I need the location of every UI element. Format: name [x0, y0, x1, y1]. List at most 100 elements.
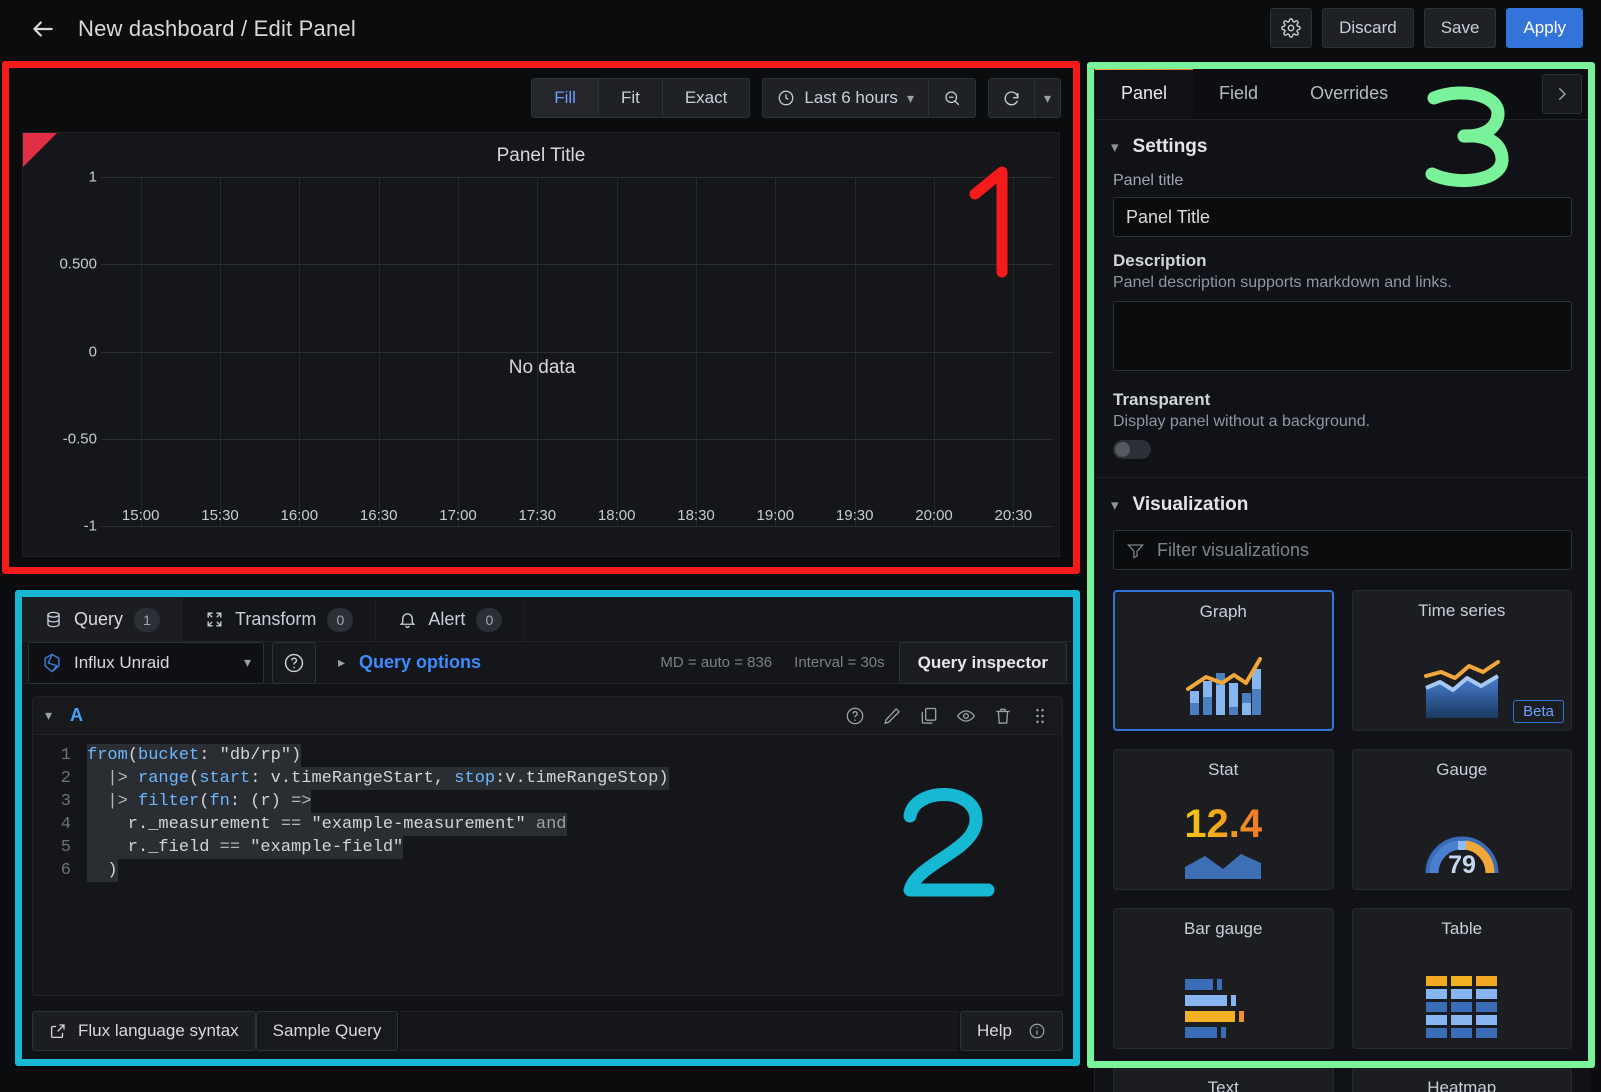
chevron-right-icon: ▸	[338, 654, 346, 670]
duplicate-icon[interactable]	[919, 706, 939, 726]
chart-plot-area: 1 0.500 0 -0.50 -1 15:00 15:30 16:00 16:30 17:00…	[23, 169, 1059, 556]
query-inspector-button[interactable]: Query inspector	[898, 641, 1067, 684]
bell-icon	[399, 613, 416, 629]
refresh-button[interactable]	[989, 79, 1035, 117]
drag-handle-icon[interactable]	[1030, 706, 1050, 726]
clock-icon	[778, 90, 794, 106]
code-line-number: 6	[60, 861, 71, 880]
grid-line-vertical	[378, 177, 380, 526]
pencil-icon[interactable]	[882, 706, 902, 726]
eye-icon[interactable]	[956, 706, 976, 726]
visualization-card-text[interactable]: Text	[1113, 1067, 1334, 1092]
no-data-message: No data	[508, 356, 576, 378]
datasource-picker[interactable]: Influx Unraid ▾	[28, 641, 264, 684]
y-axis-tick: 1	[88, 168, 97, 186]
flux-query-editor[interactable]: 1 from(bucket: "db/rp") 2 |> range(start: …	[33, 735, 1062, 882]
help-circle-icon[interactable]	[845, 706, 865, 726]
tab-query[interactable]: Query 1	[22, 598, 184, 641]
tab-transform-label: Transform	[235, 609, 317, 629]
code-line-text: )	[87, 859, 118, 882]
help-circle-icon	[284, 653, 304, 672]
x-axis-tick: 16:30	[359, 507, 398, 524]
dashboard-settings-button[interactable]	[1270, 8, 1313, 48]
filter-visualizations-placeholder: Filter visualizations	[1157, 539, 1310, 560]
code-line: 1 from(bucket: "db/rp")	[33, 744, 1062, 767]
flux-syntax-link[interactable]: Flux language syntax	[32, 1011, 256, 1051]
x-axis-tick: 17:00	[439, 507, 477, 524]
breadcrumb[interactable]: New dashboard / Edit Panel	[78, 16, 356, 42]
panel-title-input[interactable]	[1113, 197, 1572, 237]
query-help-button[interactable]: Help	[960, 1011, 1063, 1051]
query-footer: Flux language syntax Sample Query Help	[32, 1011, 1063, 1051]
zoom-out-button[interactable]	[929, 79, 975, 117]
datasource-help-button[interactable]	[272, 641, 316, 684]
panel-title-label: Panel title	[1113, 172, 1184, 189]
filter-visualizations-box[interactable]: Filter visualizations	[1113, 530, 1572, 570]
grid-line-vertical	[934, 177, 935, 526]
code-line-number: 1	[60, 746, 71, 765]
visualization-card-time-series[interactable]: Time series Beta	[1351, 590, 1572, 731]
external-link-icon	[50, 1024, 65, 1039]
fit-mode-fill[interactable]: Fill	[532, 79, 599, 117]
visualization-card-table[interactable]: Table	[1351, 908, 1572, 1049]
code-line: 5 r._field == "example-field"	[33, 836, 1062, 859]
apply-button[interactable]: Apply	[1506, 8, 1583, 48]
tab-field[interactable]: Field	[1193, 68, 1284, 119]
x-axis-tick: 18:00	[597, 507, 636, 524]
query-options-label: Query options	[359, 652, 482, 672]
x-axis-tick: 16:00	[280, 507, 319, 524]
grid-line-vertical	[775, 177, 777, 526]
visualization-card-stat[interactable]: Stat 12.4	[1113, 749, 1334, 890]
transparent-field: Transparent Display panel without a back…	[1095, 386, 1590, 469]
panel-error-badge[interactable]: !	[23, 133, 57, 167]
zoom-out-icon	[945, 91, 960, 106]
description-label: Description	[1113, 251, 1207, 270]
transparent-toggle[interactable]	[1113, 440, 1151, 459]
save-button[interactable]: Save	[1423, 8, 1497, 48]
refresh-icon	[1004, 90, 1019, 105]
x-axis-tick: 20:30	[994, 507, 1033, 524]
query-options-toggle[interactable]: ▸ Query options	[338, 652, 481, 673]
description-textarea[interactable]	[1113, 301, 1572, 371]
x-axis-tick: 18:30	[677, 507, 715, 524]
code-line-number: 3	[60, 792, 71, 811]
panel-title-field: Panel title	[1095, 168, 1590, 247]
sample-query-button[interactable]: Sample Query	[255, 1011, 399, 1051]
query-ref-id[interactable]: A	[70, 705, 83, 726]
visualization-card-gauge[interactable]: Gauge 79	[1351, 749, 1572, 890]
time-range-picker[interactable]: Last 6 hours ▾	[763, 79, 929, 117]
visualization-section-header[interactable]: ▾ Visualization	[1095, 477, 1590, 526]
funnel-icon	[1126, 543, 1145, 559]
visualization-card-thumbnail	[1423, 621, 1501, 730]
visualization-card-bar-gauge[interactable]: Bar gauge	[1113, 908, 1334, 1049]
collapse-options-button[interactable]	[1542, 73, 1582, 114]
back-button[interactable]	[20, 6, 66, 52]
tab-panel[interactable]: Panel	[1095, 68, 1194, 119]
x-axis-tick: 15:30	[201, 507, 239, 524]
chevron-down-icon[interactable]: ▾	[45, 707, 52, 724]
code-line-text: from(bucket: "db/rp")	[87, 744, 302, 767]
settings-section-header[interactable]: ▾ Settings	[1095, 120, 1590, 168]
visualization-card-thumbnail: 12.4	[1183, 780, 1263, 889]
visualization-card-graph[interactable]: Graph	[1113, 590, 1334, 731]
transparent-label: Transparent	[1113, 390, 1211, 409]
fit-mode-exact[interactable]: Exact	[663, 79, 750, 117]
tab-alert[interactable]: Alert 0	[376, 598, 526, 641]
tab-transform[interactable]: Transform 0	[183, 598, 377, 641]
fit-mode-fit[interactable]: Fit	[599, 79, 663, 117]
code-line: 2 |> range(start: v.timeRangeStart, stop…	[33, 767, 1062, 790]
arrow-left-icon	[33, 21, 53, 37]
tab-overrides[interactable]: Overrides	[1284, 68, 1414, 119]
visualization-card-label: Table	[1441, 919, 1483, 938]
flux-syntax-label: Flux language syntax	[78, 1021, 239, 1040]
visualization-card-heatmap[interactable]: Heatmap	[1351, 1067, 1572, 1092]
panel-preview: ! Panel Title 10.5000-0.50-1 15:0015:301…	[22, 132, 1060, 557]
discard-button[interactable]: Discard	[1322, 8, 1414, 48]
refresh-interval-dropdown[interactable]: ▾	[1035, 79, 1060, 117]
grid-line-vertical	[299, 177, 301, 526]
tab-transform-count: 0	[327, 607, 354, 632]
y-axis-tick: 0.500	[59, 255, 97, 273]
trash-icon[interactable]	[993, 706, 1013, 726]
visualization-card-thumbnail	[1183, 939, 1263, 1048]
visualization-card-label: Heatmap	[1427, 1078, 1497, 1092]
